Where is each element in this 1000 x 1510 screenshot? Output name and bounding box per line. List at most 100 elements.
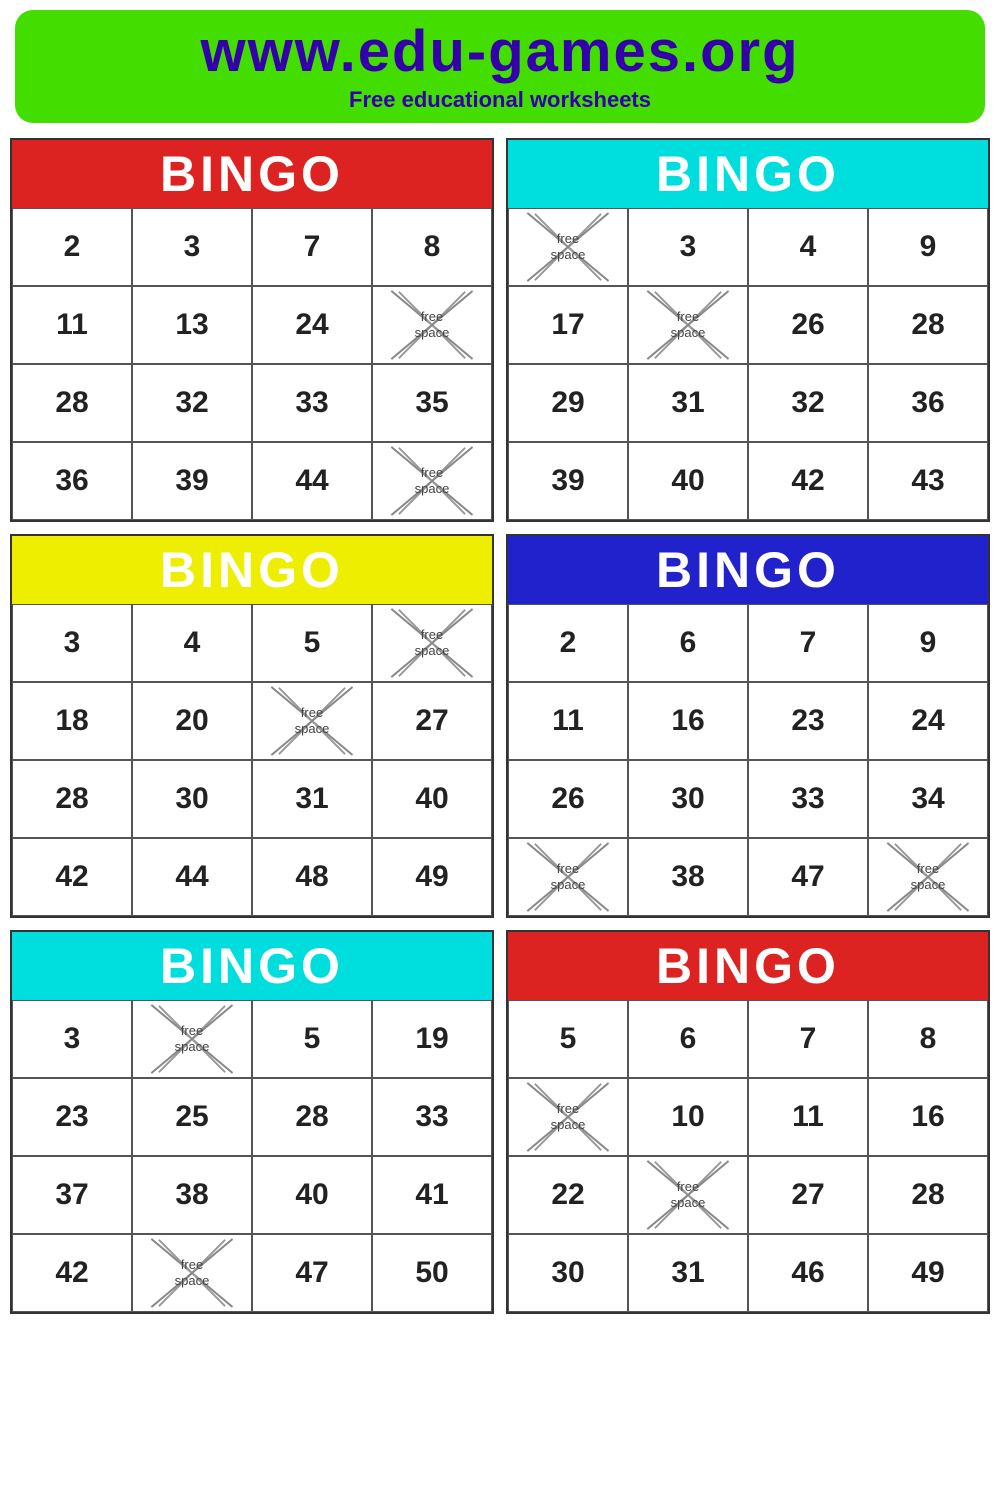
cell-1-4: 8 — [372, 208, 492, 286]
cell-4-5: 11 — [508, 682, 628, 760]
cell-5-9: 37 — [12, 1156, 132, 1234]
cell-4-3: 7 — [748, 604, 868, 682]
cell-4-8: 24 — [868, 682, 988, 760]
cell-6-4: 8 — [868, 1000, 988, 1078]
cell-6-10: freespace — [628, 1156, 748, 1234]
page-header: www.edu-games.org Free educational works… — [15, 10, 985, 123]
cell-2-1: freespace — [508, 208, 628, 286]
cell-6-15: 46 — [748, 1234, 868, 1312]
free-space-label-4-16: freespace — [911, 861, 946, 892]
cell-4-7: 23 — [748, 682, 868, 760]
cell-5-7: 28 — [252, 1078, 372, 1156]
cell-1-6: 13 — [132, 286, 252, 364]
cell-4-13: freespace — [508, 838, 628, 916]
cell-1-13: 36 — [12, 442, 132, 520]
bingo-grid-5: 3 freespace519232528333738404142 freespa… — [12, 1000, 492, 1312]
cell-6-6: 10 — [628, 1078, 748, 1156]
cell-2-16: 43 — [868, 442, 988, 520]
cell-4-16: freespace — [868, 838, 988, 916]
bingo-card-5: BINGO3 freespace519232528333738404142 fr… — [10, 930, 494, 1314]
free-space-label-5-2: freespace — [175, 1023, 210, 1054]
free-space-label-4-13: freespace — [551, 861, 586, 892]
cell-3-5: 18 — [12, 682, 132, 760]
cell-4-1: 2 — [508, 604, 628, 682]
cell-5-5: 23 — [12, 1078, 132, 1156]
cell-6-13: 30 — [508, 1234, 628, 1312]
cell-4-11: 33 — [748, 760, 868, 838]
cell-3-15: 48 — [252, 838, 372, 916]
cell-3-9: 28 — [12, 760, 132, 838]
cell-2-7: 26 — [748, 286, 868, 364]
bingo-header-4: BINGO — [508, 536, 988, 604]
cell-4-4: 9 — [868, 604, 988, 682]
cell-5-2: freespace — [132, 1000, 252, 1078]
cell-5-1: 3 — [12, 1000, 132, 1078]
cell-3-6: 20 — [132, 682, 252, 760]
free-space-label-2-1: freespace — [551, 231, 586, 262]
cell-4-14: 38 — [628, 838, 748, 916]
free-space-label-3-7: freespace — [295, 705, 330, 736]
cell-6-11: 27 — [748, 1156, 868, 1234]
cell-2-14: 40 — [628, 442, 748, 520]
cell-1-10: 32 — [132, 364, 252, 442]
cell-2-15: 42 — [748, 442, 868, 520]
cell-3-4: freespace — [372, 604, 492, 682]
free-space-label-6-5: freespace — [551, 1101, 586, 1132]
cell-3-8: 27 — [372, 682, 492, 760]
cell-4-12: 34 — [868, 760, 988, 838]
cell-4-2: 6 — [628, 604, 748, 682]
cell-6-7: 11 — [748, 1078, 868, 1156]
cell-2-12: 36 — [868, 364, 988, 442]
cell-4-6: 16 — [628, 682, 748, 760]
cell-3-3: 5 — [252, 604, 372, 682]
cell-2-9: 29 — [508, 364, 628, 442]
free-space-label-6-10: freespace — [671, 1179, 706, 1210]
cell-6-9: 22 — [508, 1156, 628, 1234]
bingo-card-4: BINGO26791116232426303334 freespace3847 … — [506, 534, 990, 918]
bingo-grid-4: 26791116232426303334 freespace3847 frees… — [508, 604, 988, 916]
bingo-header-5: BINGO — [12, 932, 492, 1000]
bingo-grid-3: 345 freespace1820 freespace2728303140424… — [12, 604, 492, 916]
cell-6-3: 7 — [748, 1000, 868, 1078]
cell-2-3: 4 — [748, 208, 868, 286]
bingo-header-1: BINGO — [12, 140, 492, 208]
cell-1-2: 3 — [132, 208, 252, 286]
cell-2-13: 39 — [508, 442, 628, 520]
cell-5-14: freespace — [132, 1234, 252, 1312]
bingo-grid-6: 5678 freespace10111622 freespace27283031… — [508, 1000, 988, 1312]
free-space-label-1-8: freespace — [415, 309, 450, 340]
cell-1-1: 2 — [12, 208, 132, 286]
cell-5-8: 33 — [372, 1078, 492, 1156]
bingo-header-6: BINGO — [508, 932, 988, 1000]
site-subtitle: Free educational worksheets — [25, 87, 975, 113]
bingo-card-6: BINGO5678 freespace10111622 freespace272… — [506, 930, 990, 1314]
cell-6-8: 16 — [868, 1078, 988, 1156]
cell-4-15: 47 — [748, 838, 868, 916]
cell-1-8: freespace — [372, 286, 492, 364]
bingo-cards-grid: BINGO2378111324 freespace28323335363944 … — [0, 138, 1000, 1324]
cell-4-9: 26 — [508, 760, 628, 838]
bingo-header-3: BINGO — [12, 536, 492, 604]
cell-2-11: 32 — [748, 364, 868, 442]
cell-1-5: 11 — [12, 286, 132, 364]
cell-2-10: 31 — [628, 364, 748, 442]
cell-6-14: 31 — [628, 1234, 748, 1312]
cell-5-16: 50 — [372, 1234, 492, 1312]
free-space-label-5-14: freespace — [175, 1257, 210, 1288]
cell-2-6: freespace — [628, 286, 748, 364]
bingo-header-2: BINGO — [508, 140, 988, 208]
cell-1-14: 39 — [132, 442, 252, 520]
free-space-label-1-16: freespace — [415, 465, 450, 496]
cell-2-4: 9 — [868, 208, 988, 286]
cell-2-2: 3 — [628, 208, 748, 286]
cell-1-12: 35 — [372, 364, 492, 442]
free-space-label-3-4: freespace — [415, 627, 450, 658]
cell-3-2: 4 — [132, 604, 252, 682]
cell-5-6: 25 — [132, 1078, 252, 1156]
cell-3-1: 3 — [12, 604, 132, 682]
cell-6-2: 6 — [628, 1000, 748, 1078]
cell-3-10: 30 — [132, 760, 252, 838]
cell-5-4: 19 — [372, 1000, 492, 1078]
cell-3-7: freespace — [252, 682, 372, 760]
cell-3-11: 31 — [252, 760, 372, 838]
